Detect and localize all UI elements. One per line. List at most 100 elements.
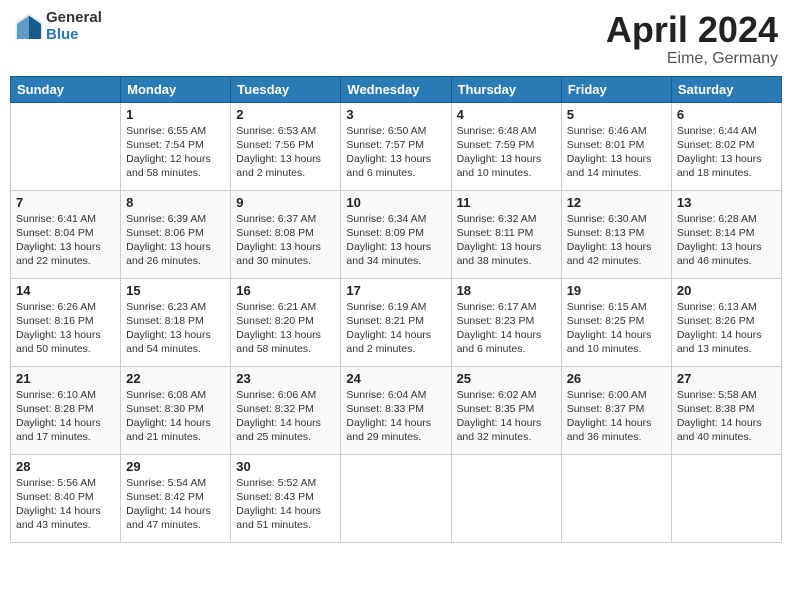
weekday-header-friday: Friday [561, 76, 671, 102]
calendar-cell [451, 454, 561, 542]
calendar-cell: 3 Sunrise: 6:50 AMSunset: 7:57 PMDaylight… [341, 102, 451, 190]
logo: General Blue [14, 10, 102, 43]
week-row-1: 1Sunrise: 6:55 AMSunset: 7:54 PMDaylight… [11, 102, 782, 190]
calendar-cell: 9 Sunrise: 6:37 AMSunset: 8:08 PMDaylight… [231, 190, 341, 278]
day-number: 8 [126, 195, 225, 210]
week-row-3: 14 Sunrise: 6:26 AMSunset: 8:16 PMDayligh… [11, 278, 782, 366]
calendar-cell: 19Sunrise: 6:15 AMSunset: 8:25 PMDayligh… [561, 278, 671, 366]
day-number: 13 [677, 195, 776, 210]
day-info: Sunrise: 6:55 AMSunset: 7:54 PMDaylight:… [126, 124, 225, 181]
day-info: Sunrise: 5:56 AMSunset: 8:40 PMDaylight:… [16, 476, 115, 533]
day-info: Sunrise: 6:41 AMSunset: 8:04 PMDaylight:… [16, 212, 115, 269]
calendar-cell: 25 Sunrise: 6:02 AMSunset: 8:35 PMDayligh… [451, 366, 561, 454]
day-number: 9 [236, 195, 335, 210]
calendar-table: SundayMondayTuesdayWednesdayThursdayFrid… [10, 76, 782, 543]
day-number: 3 [346, 107, 445, 122]
day-number: 6 [677, 107, 776, 122]
weekday-header-thursday: Thursday [451, 76, 561, 102]
logo-blue-text: Blue [46, 27, 102, 44]
logo-text: General Blue [46, 10, 102, 43]
day-info: Sunrise: 6:08 AMSunset: 8:30 PMDaylight:… [126, 388, 225, 445]
calendar-cell: 27 Sunrise: 5:58 AMSunset: 8:38 PMDayligh… [671, 366, 781, 454]
weekday-header-monday: Monday [121, 76, 231, 102]
day-number: 15 [126, 283, 225, 298]
calendar-cell: 18 Sunrise: 6:17 AMSunset: 8:23 PMDayligh… [451, 278, 561, 366]
day-number: 21 [16, 371, 115, 386]
day-info: Sunrise: 6:19 AMSunset: 8:21 PMDaylight:… [346, 300, 445, 357]
day-number: 30 [236, 459, 335, 474]
day-info: Sunrise: 6:26 AMSunset: 8:16 PMDaylight:… [16, 300, 115, 357]
day-number: 18 [457, 283, 556, 298]
weekday-header-tuesday: Tuesday [231, 76, 341, 102]
day-number: 12 [567, 195, 666, 210]
day-info: Sunrise: 6:17 AMSunset: 8:23 PMDaylight:… [457, 300, 556, 357]
calendar-cell [11, 102, 121, 190]
day-info: Sunrise: 6:37 AMSunset: 8:08 PMDaylight:… [236, 212, 335, 269]
day-info: Sunrise: 6:15 AMSunset: 8:25 PMDaylight:… [567, 300, 666, 357]
day-number: 10 [346, 195, 445, 210]
calendar-cell: 8 Sunrise: 6:39 AMSunset: 8:06 PMDaylight… [121, 190, 231, 278]
day-info: Sunrise: 6:04 AMSunset: 8:33 PMDaylight:… [346, 388, 445, 445]
day-number: 29 [126, 459, 225, 474]
calendar-cell: 4 Sunrise: 6:48 AMSunset: 7:59 PMDaylight… [451, 102, 561, 190]
month-title: April 2024 [606, 10, 778, 50]
title-block: April 2024 Eime, Germany [606, 10, 778, 68]
calendar-cell: 7 Sunrise: 6:41 AMSunset: 8:04 PMDaylight… [11, 190, 121, 278]
day-info: Sunrise: 6:10 AMSunset: 8:28 PMDaylight:… [16, 388, 115, 445]
logo-general: General [46, 10, 102, 27]
logo-icon [14, 12, 44, 42]
day-info: Sunrise: 6:46 AMSunset: 8:01 PMDaylight:… [567, 124, 666, 181]
day-number: 28 [16, 459, 115, 474]
calendar-cell: 29Sunrise: 5:54 AMSunset: 8:42 PMDayligh… [121, 454, 231, 542]
weekday-header-saturday: Saturday [671, 76, 781, 102]
day-info: Sunrise: 5:52 AMSunset: 8:43 PMDaylight:… [236, 476, 335, 533]
calendar-cell [671, 454, 781, 542]
calendar-cell: 12 Sunrise: 6:30 AMSunset: 8:13 PMDayligh… [561, 190, 671, 278]
day-number: 26 [567, 371, 666, 386]
day-info: Sunrise: 6:32 AMSunset: 8:11 PMDaylight:… [457, 212, 556, 269]
calendar-cell: 13 Sunrise: 6:28 AMSunset: 8:14 PMDayligh… [671, 190, 781, 278]
calendar-cell: 26 Sunrise: 6:00 AMSunset: 8:37 PMDayligh… [561, 366, 671, 454]
day-info: Sunrise: 6:28 AMSunset: 8:14 PMDaylight:… [677, 212, 776, 269]
day-number: 27 [677, 371, 776, 386]
day-info: Sunrise: 6:06 AMSunset: 8:32 PMDaylight:… [236, 388, 335, 445]
day-number: 25 [457, 371, 556, 386]
day-number: 23 [236, 371, 335, 386]
calendar-cell: 1Sunrise: 6:55 AMSunset: 7:54 PMDaylight… [121, 102, 231, 190]
day-info: Sunrise: 6:00 AMSunset: 8:37 PMDaylight:… [567, 388, 666, 445]
day-info: Sunrise: 6:02 AMSunset: 8:35 PMDaylight:… [457, 388, 556, 445]
calendar-cell: 17Sunrise: 6:19 AMSunset: 8:21 PMDayligh… [341, 278, 451, 366]
calendar-cell: 10Sunrise: 6:34 AMSunset: 8:09 PMDayligh… [341, 190, 451, 278]
day-number: 14 [16, 283, 115, 298]
day-info: Sunrise: 6:50 AMSunset: 7:57 PMDaylight:… [346, 124, 445, 181]
day-info: Sunrise: 6:48 AMSunset: 7:59 PMDaylight:… [457, 124, 556, 181]
weekday-header-wednesday: Wednesday [341, 76, 451, 102]
day-number: 7 [16, 195, 115, 210]
calendar-cell: 6 Sunrise: 6:44 AMSunset: 8:02 PMDaylight… [671, 102, 781, 190]
calendar-cell: 15 Sunrise: 6:23 AMSunset: 8:18 PMDayligh… [121, 278, 231, 366]
day-number: 4 [457, 107, 556, 122]
location: Eime, Germany [606, 50, 778, 68]
calendar-cell: 11Sunrise: 6:32 AMSunset: 8:11 PMDayligh… [451, 190, 561, 278]
day-info: Sunrise: 6:39 AMSunset: 8:06 PMDaylight:… [126, 212, 225, 269]
day-info: Sunrise: 6:44 AMSunset: 8:02 PMDaylight:… [677, 124, 776, 181]
week-row-2: 7 Sunrise: 6:41 AMSunset: 8:04 PMDaylight… [11, 190, 782, 278]
day-info: Sunrise: 6:30 AMSunset: 8:13 PMDaylight:… [567, 212, 666, 269]
day-info: Sunrise: 5:58 AMSunset: 8:38 PMDaylight:… [677, 388, 776, 445]
calendar-cell: 24 Sunrise: 6:04 AMSunset: 8:33 PMDayligh… [341, 366, 451, 454]
day-number: 20 [677, 283, 776, 298]
page-header: General Blue April 2024 Eime, Germany [10, 10, 782, 68]
day-number: 24 [346, 371, 445, 386]
calendar-cell: 5Sunrise: 6:46 AMSunset: 8:01 PMDaylight… [561, 102, 671, 190]
calendar-cell: 23 Sunrise: 6:06 AMSunset: 8:32 PMDayligh… [231, 366, 341, 454]
calendar-cell: 30 Sunrise: 5:52 AMSunset: 8:43 PMDayligh… [231, 454, 341, 542]
calendar-cell: 28 Sunrise: 5:56 AMSunset: 8:40 PMDayligh… [11, 454, 121, 542]
day-number: 22 [126, 371, 225, 386]
calendar-cell: 20Sunrise: 6:13 AMSunset: 8:26 PMDayligh… [671, 278, 781, 366]
calendar-cell: 2Sunrise: 6:53 AMSunset: 7:56 PMDaylight… [231, 102, 341, 190]
day-info: Sunrise: 6:21 AMSunset: 8:20 PMDaylight:… [236, 300, 335, 357]
day-number: 16 [236, 283, 335, 298]
day-info: Sunrise: 6:23 AMSunset: 8:18 PMDaylight:… [126, 300, 225, 357]
weekday-header-row: SundayMondayTuesdayWednesdayThursdayFrid… [11, 76, 782, 102]
day-info: Sunrise: 6:53 AMSunset: 7:56 PMDaylight:… [236, 124, 335, 181]
